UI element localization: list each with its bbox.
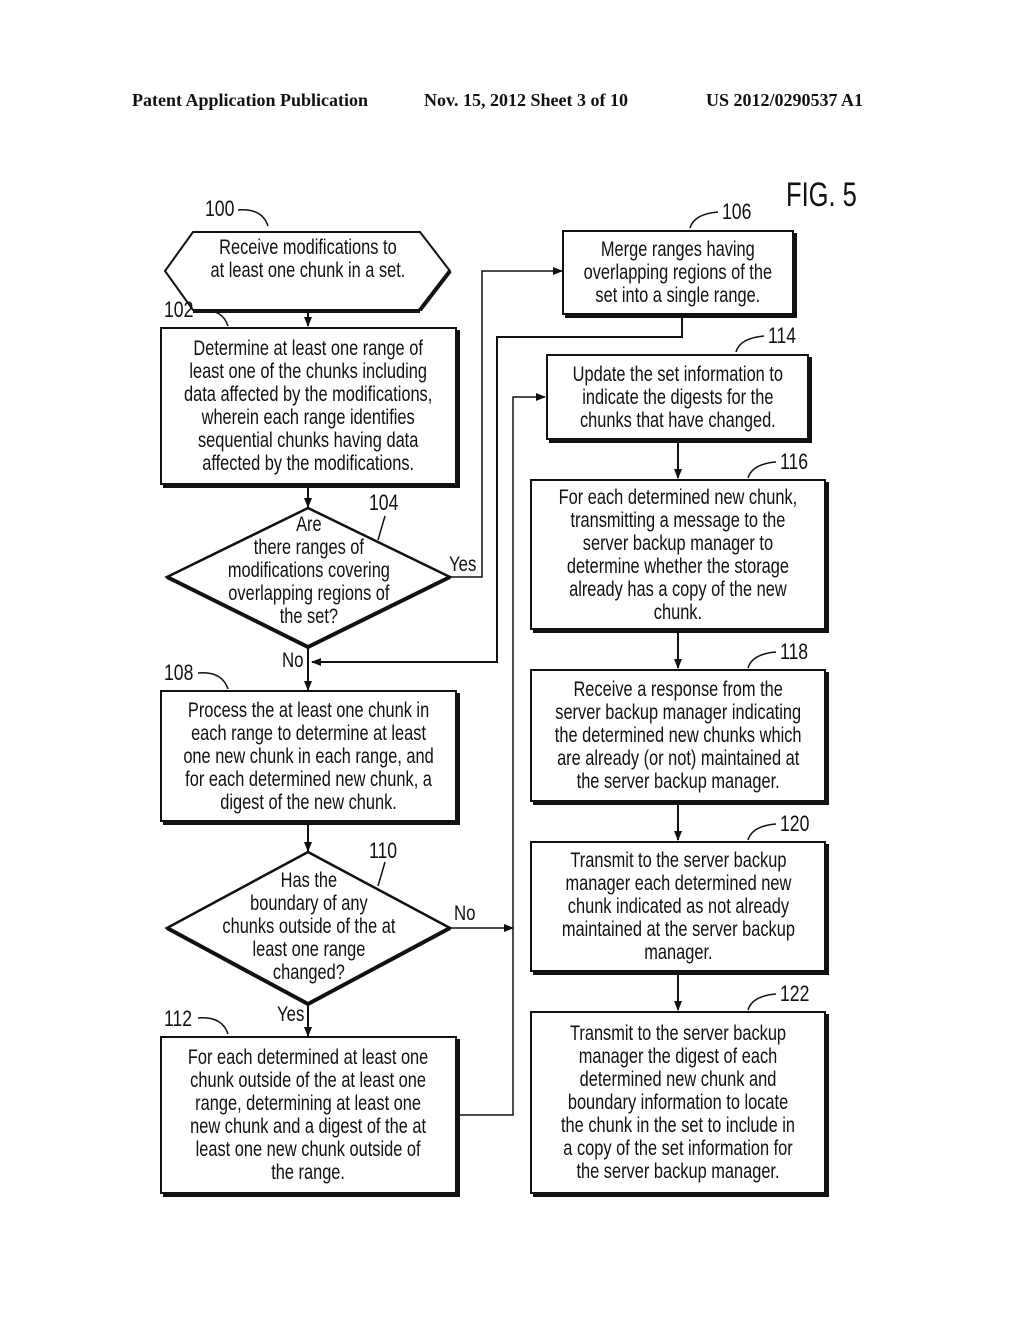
step-118-line: the determined new chunks which [554,724,802,747]
step-114-box: Update the set information to indicate t… [546,354,809,440]
step-106-line: set into a single range. [595,284,761,307]
step-102-line: affected by the modifications. [202,452,415,475]
label-110-yes: Yes [277,1003,305,1026]
step-114-line: chunks that have changed. [579,408,776,432]
step-122-line: boundary information to locate [567,1091,789,1114]
ref-116: 116 [780,449,809,474]
step-110-line: chunks outside of the at [221,915,396,938]
step-102-box: Determine at least one range of least on… [160,327,457,485]
step-116-line: transmitting a message to the [570,508,786,532]
step-110-text: Has the boundary of any chunks outside o… [167,869,450,984]
ref-112: 112 [164,1006,193,1031]
step-100-text: Receive modifications to at least one ch… [165,236,450,282]
step-100-line: at least one chunk in a set. [210,259,405,282]
step-116-line: already has a copy of the new [569,577,787,601]
step-108-line: digest of the new chunk. [220,790,397,814]
ref-102: 102 [164,297,194,322]
ref-114: 114 [768,323,797,348]
step-116-line: chunk. [653,600,703,624]
step-112-line: the range. [271,1161,346,1184]
step-108-line: Process the at least one chunk in [187,698,430,722]
step-118-line: the server backup manager. [576,770,780,793]
step-118-box: Receive a response from the server backu… [530,669,826,802]
ref-106: 106 [722,199,752,224]
step-104-text: Are there ranges of modifications coveri… [167,513,450,628]
step-120-line: chunk indicated as not already [567,895,789,918]
step-116-line: determine whether the storage [566,554,790,578]
flow-connectors [163,209,777,1116]
step-118-line: server backup manager indicating [555,701,801,724]
step-100-line: Receive modifications to [218,236,397,259]
step-102-line: sequential chunks having data [198,429,419,452]
step-104-line: modifications covering [227,559,390,582]
step-108-line: one new chunk in each range, and [183,744,434,768]
step-102-line: wherein each range identifies [201,406,416,429]
step-112-line: chunk outside of the at least one [190,1069,427,1092]
step-120-line: maintained at the server backup [561,918,795,941]
step-110-line: least one range [252,938,365,961]
step-106-line: Merge ranges having [601,238,755,261]
step-112-line: least one new chunk outside of [196,1138,421,1161]
step-114-line: indicate the digests for the [581,385,774,409]
step-116-box: For each determined new chunk, transmitt… [530,479,826,630]
label-110-no: No [454,902,476,925]
step-120-line: manager each determined new [565,872,791,895]
step-118-line: Receive a response from the [573,678,783,701]
label-104-yes: Yes [449,553,477,576]
step-104-line: Are [295,513,322,536]
step-116-line: For each determined new chunk, [558,485,798,509]
step-108-line: each range to determine at least [191,721,426,745]
step-104-line: overlapping regions of [227,582,390,605]
label-104-no: No [282,649,304,672]
step-122-line: Transmit to the server backup [569,1022,787,1045]
step-112-box: For each determined at least one chunk o… [160,1036,457,1194]
step-118-line: are already (or not) maintained at [556,747,800,770]
step-122-line: the server backup manager. [576,1160,780,1183]
step-104-line: the set? [279,605,338,628]
step-122-line: a copy of the set information for [563,1137,793,1160]
ref-108: 108 [164,660,194,685]
ref-110: 110 [369,838,398,863]
step-110-line: changed? [272,961,345,984]
step-122-line: the chunk in the set to include in [560,1114,796,1137]
step-112-line: For each determined at least one [188,1046,429,1069]
step-106-box: Merge ranges having overlapping regions … [562,230,794,315]
step-102-line: data affected by the modifications, [184,383,433,406]
step-120-box: Transmit to the server backup manager ea… [530,841,826,972]
step-112-line: range, determining at least one [195,1092,422,1115]
step-122-box: Transmit to the server backup manager th… [530,1011,826,1194]
step-116-line: server backup manager to [582,531,774,555]
step-120-line: Transmit to the server backup [569,849,787,872]
ref-118: 118 [780,639,809,664]
step-122-line: manager the digest of each [578,1045,778,1068]
step-110-line: boundary of any [249,892,368,915]
step-110-line: Has the [280,869,337,892]
step-108-line: for each determined new chunk, a [185,767,432,791]
step-102-line: least one of the chunks including [189,360,428,383]
ref-100: 100 [205,196,235,221]
step-106-line: overlapping regions of the [583,261,773,284]
step-102-line: Determine at least one range of [193,337,424,360]
ref-122: 122 [780,981,810,1006]
step-120-line: manager. [643,941,713,964]
step-108-box: Process the at least one chunk in each r… [160,690,457,822]
step-112-line: new chunk and a digest of the at [190,1115,427,1138]
step-104-line: there ranges of [253,536,364,559]
ref-120: 120 [780,811,810,836]
step-122-line: determined new chunk and [579,1068,777,1091]
step-114-line: Update the set information to [572,362,783,386]
